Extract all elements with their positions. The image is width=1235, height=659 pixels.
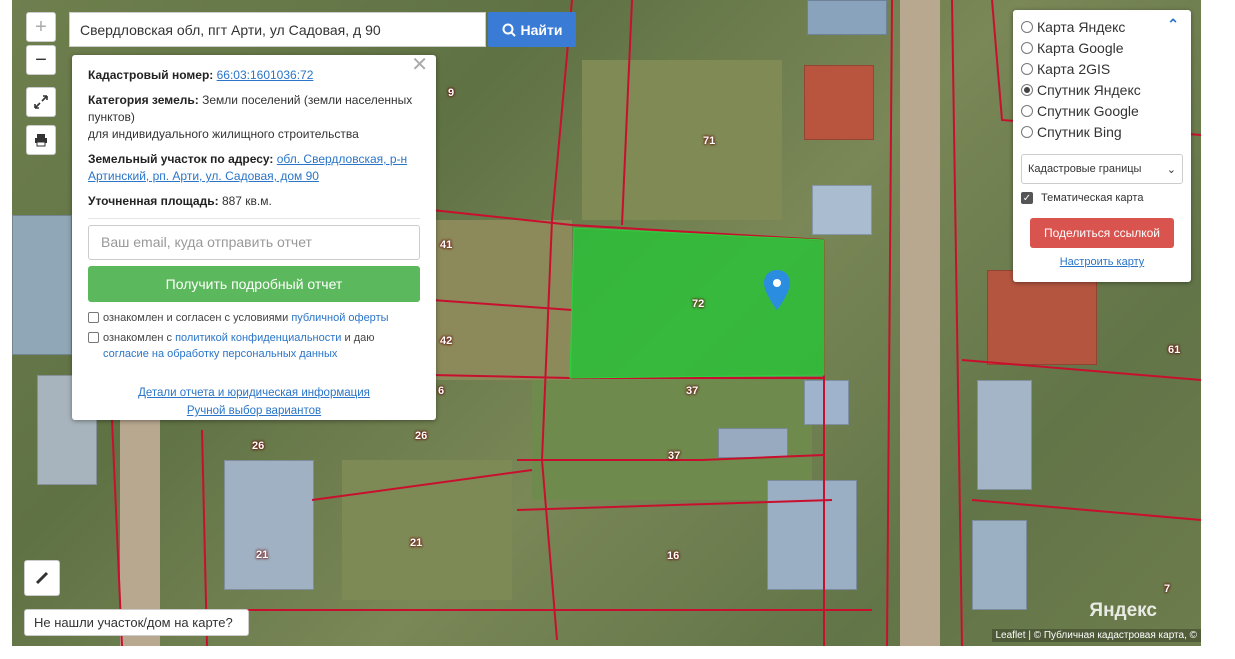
fullscreen-button[interactable] bbox=[26, 87, 56, 117]
search-button[interactable]: Найти bbox=[488, 12, 576, 47]
expand-icon bbox=[34, 95, 48, 109]
plot-number: 6 bbox=[438, 385, 445, 397]
privacy-checkbox[interactable] bbox=[88, 332, 99, 343]
layer-option-label: Спутник Bing bbox=[1037, 123, 1122, 140]
print-button[interactable] bbox=[26, 125, 56, 155]
cadastral-label: Кадастровый номер: bbox=[88, 68, 214, 82]
category-use: для индивидуального жилищного строительс… bbox=[88, 127, 359, 141]
map-layer-options: Карта Яндекс Карта Google Карта 2GIS Спутни… bbox=[1021, 16, 1183, 142]
layer-option-label: Карта Яндекс bbox=[1037, 18, 1126, 35]
location-pin-icon[interactable] bbox=[764, 270, 790, 310]
layers-panel: ⌃ Карта Яндекс Карта Google Карта 2GIS Спут… bbox=[1013, 10, 1191, 282]
not-found-button[interactable]: Не нашли участок/дом на карте? bbox=[24, 609, 249, 636]
plot-number: 26 bbox=[415, 430, 428, 442]
area-label: Уточненная площадь: bbox=[88, 194, 219, 208]
check2-text-a: ознакомлен с bbox=[103, 332, 173, 344]
close-icon[interactable]: ✕ bbox=[411, 55, 428, 75]
manual-selection-link[interactable]: Ручной выбор вариантов bbox=[88, 402, 420, 420]
radio-button[interactable] bbox=[1021, 104, 1033, 117]
boundary-line bbox=[621, 0, 633, 226]
radio-button[interactable] bbox=[1021, 125, 1033, 138]
leaflet-link[interactable]: Leaflet bbox=[996, 630, 1026, 641]
plot-number: 16 bbox=[667, 550, 680, 562]
layer-option[interactable]: Спутник Google bbox=[1021, 100, 1183, 121]
thematic-label: Тематическая карта bbox=[1041, 192, 1144, 204]
select-value: Кадастровые границы bbox=[1028, 163, 1142, 175]
share-link-button[interactable]: Поделиться ссылкой bbox=[1030, 218, 1174, 248]
report-details-link[interactable]: Детали отчета и юридическая информация bbox=[88, 384, 420, 402]
radio-button[interactable] bbox=[1021, 62, 1033, 75]
public-offer-link[interactable]: публичной оферты bbox=[291, 312, 388, 324]
configure-map-link[interactable]: Настроить карту bbox=[1021, 256, 1183, 268]
chevron-down-icon: ⌄ bbox=[1166, 163, 1176, 176]
address-label: Земельный участок по адресу: bbox=[88, 152, 274, 166]
address-search-input[interactable]: Свердловская обл, пгт Арти, ул Садовая, … bbox=[69, 12, 486, 47]
layer-option[interactable]: Карта 2GIS bbox=[1021, 58, 1183, 79]
boundary-line bbox=[961, 359, 1201, 381]
plot-number: 61 bbox=[1168, 344, 1181, 356]
boundary-line bbox=[516, 499, 833, 511]
search-icon bbox=[502, 23, 516, 37]
layer-option-label: Спутник Яндекс bbox=[1037, 81, 1141, 98]
plot-number: 9 bbox=[448, 87, 455, 99]
check1-text: ознакомлен и согласен с условиями bbox=[103, 312, 289, 324]
layer-option[interactable]: Карта Яндекс bbox=[1021, 16, 1183, 37]
layer-option-label: Спутник Google bbox=[1037, 102, 1139, 119]
plot-number: 21 bbox=[256, 549, 269, 561]
boundary-line bbox=[886, 0, 893, 646]
plot-number: 26 bbox=[252, 440, 265, 452]
plot-number: 7 bbox=[1164, 583, 1171, 595]
zoom-out-button[interactable]: − bbox=[26, 45, 56, 75]
ruler-button[interactable] bbox=[24, 560, 60, 596]
personal-data-consent-link[interactable]: согласие на обработку персональных данны… bbox=[103, 348, 337, 360]
thematic-checkbox[interactable]: ✓ bbox=[1021, 192, 1033, 204]
printer-icon bbox=[35, 134, 47, 147]
cadastral-number-link[interactable]: 66:03:1601036:72 bbox=[217, 68, 314, 82]
attribution-separator: | bbox=[1028, 630, 1031, 641]
layer-option[interactable]: Карта Google bbox=[1021, 37, 1183, 58]
collapse-chevron-icon[interactable]: ⌃ bbox=[1167, 16, 1179, 33]
zoom-in-button[interactable]: + bbox=[26, 12, 56, 42]
get-report-button[interactable]: Получить подробный отчет bbox=[88, 266, 420, 302]
yandex-logo: Яндекс bbox=[1089, 600, 1157, 621]
layer-option-label: Карта Google bbox=[1037, 39, 1124, 56]
ruler-icon bbox=[35, 571, 49, 585]
plot-number: 42 bbox=[440, 335, 453, 347]
boundary-line bbox=[951, 0, 963, 646]
offer-checkbox[interactable] bbox=[88, 312, 99, 323]
email-input[interactable]: Ваш email, куда отправить отчет bbox=[88, 225, 420, 260]
layer-option-label: Карта 2GIS bbox=[1037, 60, 1111, 77]
layer-option[interactable]: Спутник Bing bbox=[1021, 121, 1183, 142]
plot-number: 71 bbox=[703, 135, 716, 147]
plot-number: 37 bbox=[668, 450, 681, 462]
boundary-line bbox=[311, 469, 533, 501]
boundary-line bbox=[971, 499, 1201, 521]
check2-text-b: и даю bbox=[344, 332, 375, 344]
plot-number: 37 bbox=[686, 385, 699, 397]
map-attribution: Leaflet | © Публичная кадастровая карта,… bbox=[991, 629, 1201, 642]
parcel-info-popup: ✕ Кадастровый номер: 66:03:1601036:72 Ка… bbox=[72, 55, 436, 420]
plot-number: 41 bbox=[440, 239, 453, 251]
radio-button[interactable] bbox=[1021, 20, 1033, 33]
privacy-policy-link[interactable]: политикой конфиденциальности bbox=[175, 332, 341, 344]
area-value: 887 кв.м. bbox=[221, 194, 272, 208]
cadastral-layer-select[interactable]: Кадастровые границы ⌄ bbox=[1021, 154, 1183, 184]
layer-option[interactable]: Спутник Яндекс bbox=[1021, 79, 1183, 100]
cadastral-credit: © Публичная кадастровая карта, © bbox=[1033, 630, 1197, 641]
boundary-line bbox=[431, 299, 573, 311]
radio-button[interactable] bbox=[1021, 83, 1033, 96]
radio-button[interactable] bbox=[1021, 41, 1033, 54]
plot-number: 72 bbox=[692, 298, 705, 310]
search-button-label: Найти bbox=[520, 21, 563, 38]
boundary-line bbox=[540, 0, 573, 641]
category-label: Категория земель: bbox=[88, 93, 199, 107]
plot-number: 21 bbox=[410, 537, 423, 549]
